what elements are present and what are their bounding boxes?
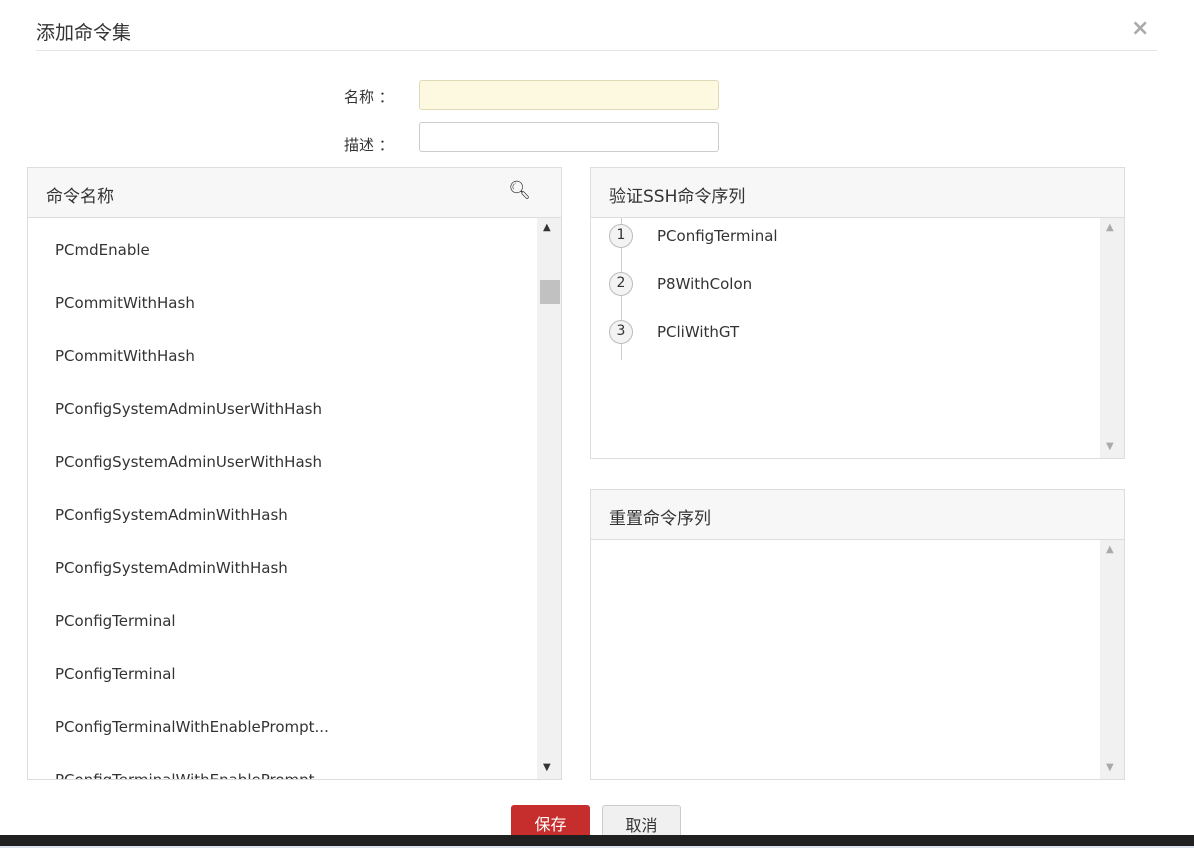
reset-sequence-panel: 重置命令序列 ▲ ▼ — [590, 489, 1125, 780]
command-list-title: 命令名称 — [46, 187, 114, 207]
verify-sequence-title: 验证SSH命令序列 — [591, 168, 1124, 218]
command-list-item[interactable]: PCommitWithHash — [28, 271, 537, 324]
command-list-item[interactable]: PConfigSystemAdminWithHash — [28, 536, 537, 589]
scrollbar-thumb[interactable] — [540, 280, 560, 304]
name-label: 名称 ： — [344, 88, 394, 106]
verify-sequence-panel: 验证SSH命令序列 1 PConfigTerminal 2 P8WithColon 3 P… — [590, 167, 1125, 459]
command-list-panel: 命令名称 🔍︎ PCmdEnable PCommitWithHash PCommit… — [27, 167, 562, 780]
command-list-item[interactable]: PConfigTerminalWithEnablePrompt... — [28, 748, 537, 779]
scroll-up-icon[interactable]: ▲ — [543, 222, 551, 233]
close-icon[interactable]: × — [1131, 16, 1149, 41]
command-list-item[interactable]: PConfigTerminalWithEnablePrompt... — [28, 695, 537, 748]
command-list: PCmdEnable PCommitWithHash PCommitWithHash… — [28, 218, 537, 779]
dialog-title: 添加命令集 — [36, 22, 132, 44]
step-number-badge: 1 — [609, 224, 633, 248]
description-label: 描述 ： — [344, 136, 394, 154]
scroll-down-icon[interactable]: ▼ — [543, 762, 551, 773]
command-list-item[interactable]: PCmdEnable — [28, 218, 537, 271]
taskbar — [0, 835, 1194, 846]
description-input[interactable] — [419, 122, 719, 152]
scrollbar[interactable]: ▲ ▼ — [1100, 540, 1124, 779]
reset-sequence-title: 重置命令序列 — [591, 490, 1124, 540]
command-list-item[interactable]: PConfigTerminal — [28, 642, 537, 695]
search-icon[interactable]: 🔍︎ — [508, 180, 531, 201]
step-number-badge: 3 — [609, 320, 633, 344]
scroll-down-icon[interactable]: ▼ — [1106, 762, 1114, 773]
command-list-item[interactable]: PCommitWithHash — [28, 324, 537, 377]
sequence-step[interactable]: PConfigTerminal — [657, 227, 778, 245]
scroll-up-icon[interactable]: ▲ — [1106, 544, 1114, 555]
command-list-header: 命令名称 🔍︎ — [28, 168, 561, 218]
command-list-item[interactable]: PConfigSystemAdminUserWithHash — [28, 430, 537, 483]
command-list-item[interactable]: PConfigSystemAdminUserWithHash — [28, 377, 537, 430]
divider — [36, 50, 1157, 51]
scrollbar[interactable]: ▲ ▼ — [1100, 218, 1124, 458]
sequence-step[interactable]: PCliWithGT — [657, 323, 739, 341]
command-list-item[interactable]: PConfigSystemAdminWithHash — [28, 483, 537, 536]
scroll-up-icon[interactable]: ▲ — [1106, 222, 1114, 233]
step-number-badge: 2 — [609, 272, 633, 296]
sequence-step[interactable]: P8WithColon — [657, 275, 752, 293]
scrollbar[interactable]: ▲ ▼ — [537, 218, 561, 779]
scroll-down-icon[interactable]: ▼ — [1106, 441, 1114, 452]
name-input[interactable] — [419, 80, 719, 110]
command-list-item[interactable]: PConfigTerminal — [28, 589, 537, 642]
